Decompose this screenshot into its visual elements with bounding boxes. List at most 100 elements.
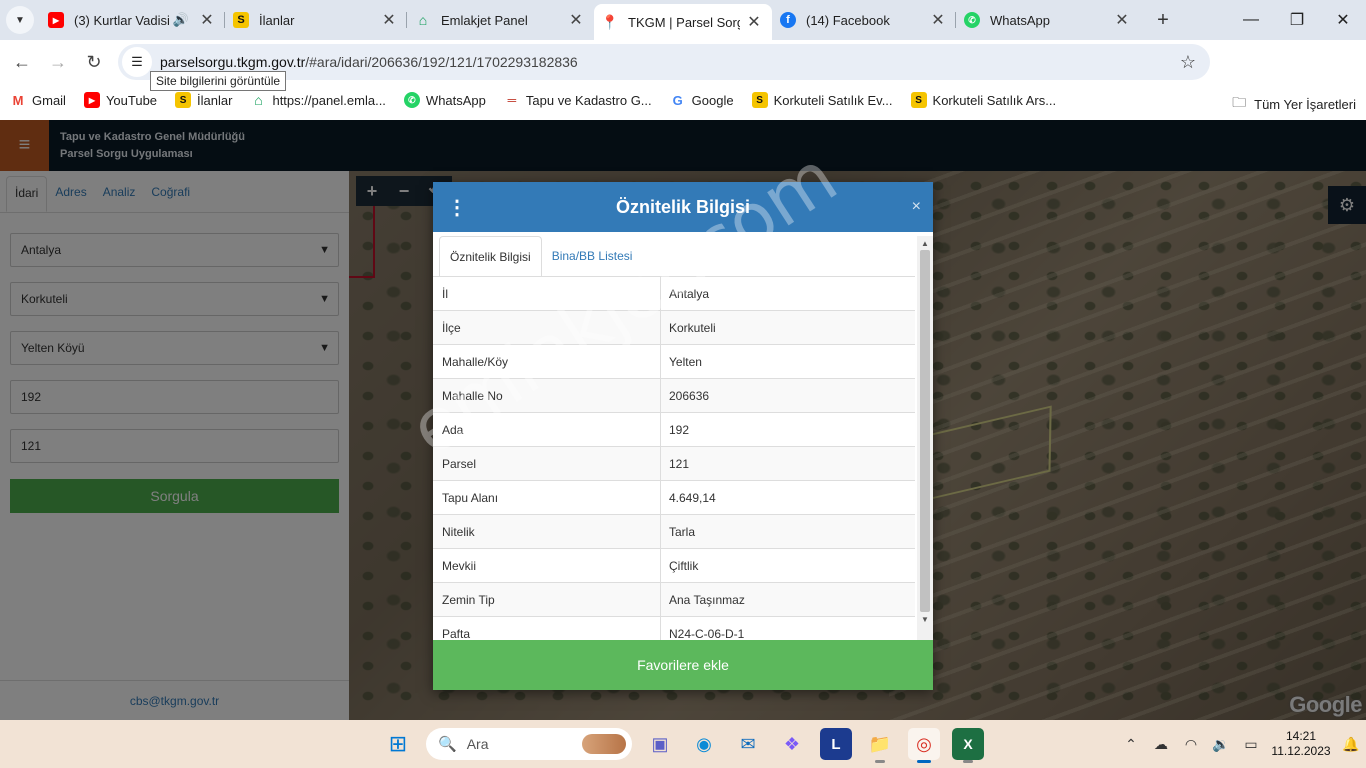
tab-search-button[interactable]: ▼ (0, 0, 40, 40)
site-info-button[interactable]: ☰ (122, 47, 152, 77)
folder-icon: 📁 (868, 733, 892, 754)
footer-email-link[interactable]: cbs@tkgm.gov.tr (0, 680, 349, 720)
attribute-key: İl (433, 277, 661, 310)
volume-icon[interactable]: 🔉 (1209, 736, 1233, 753)
parsel-input[interactable]: 121 (10, 429, 339, 463)
minimize-button[interactable]: — (1228, 0, 1274, 40)
tab-cografi[interactable]: Coğrafi (143, 171, 198, 212)
mail-app[interactable]: ✉ (732, 728, 764, 760)
close-icon[interactable]: ✕ (746, 12, 762, 32)
tab-idari[interactable]: İdari (6, 176, 48, 212)
il-select[interactable]: Antalya ▼ (10, 233, 339, 267)
close-icon[interactable]: ✕ (381, 10, 397, 30)
url-text[interactable]: parselsorgu.tkgm.gov.tr/#ara/idari/20663… (160, 54, 578, 70)
wifi-icon[interactable]: ◠ (1179, 736, 1203, 753)
start-button[interactable]: ⊞ (382, 728, 414, 760)
ilce-select[interactable]: Korkuteli ▼ (10, 282, 339, 316)
google-icon: G (672, 92, 683, 108)
app-title: Tapu ve Kadastro Genel Müdürlüğü Parsel … (60, 129, 245, 163)
forward-button[interactable]: → (40, 44, 76, 80)
s-icon: S (233, 12, 249, 28)
scrollbar-thumb[interactable] (920, 250, 930, 612)
chevron-up-icon[interactable]: ⌃ (1119, 736, 1143, 753)
bookmark-tkgm[interactable]: ═ Tapu ve Kadastro G... (504, 92, 652, 108)
tab-facebook[interactable]: f (14) Facebook ✕ (772, 0, 956, 40)
scroll-down-icon[interactable]: ▼ (917, 612, 933, 626)
bookmark-star-icon[interactable]: ☆ (1180, 52, 1196, 73)
launcher-app[interactable]: L (820, 728, 852, 760)
tab-oznitelik-bilgisi[interactable]: Öznitelik Bilgisi (439, 236, 542, 276)
hamburger-menu-button[interactable]: ≡ (0, 120, 49, 171)
tab-emlakjet-panel[interactable]: ⌂ Emlakjet Panel ✕ (407, 0, 594, 40)
bookmark-youtube[interactable]: ▶ YouTube (83, 92, 157, 108)
modal-scrollbar[interactable]: ▲ ▼ (917, 236, 933, 640)
attribute-value: Yelten (669, 354, 702, 369)
bookmark-panel-emlakjet[interactable]: ⌂ https://panel.emla... (250, 92, 386, 108)
attribute-info-modal: ⋮ Öznitelik Bilgisi × Öznitelik Bilgisi … (433, 182, 933, 690)
close-icon[interactable]: ✕ (199, 10, 215, 30)
tab-ilanlar[interactable]: S İlanlar ✕ (225, 0, 407, 40)
zoom-in-button[interactable]: + (356, 176, 388, 206)
parcel-boundary-red (349, 206, 375, 278)
bookmark-label: Google (691, 92, 734, 108)
taskbar-search[interactable]: 🔍 Ara (426, 728, 632, 760)
tab-bina-bb-listesi[interactable]: Bina/BB Listesi (542, 236, 643, 276)
new-tab-button[interactable]: + (1148, 5, 1178, 35)
file-explorer-app[interactable]: 📁 (864, 728, 896, 763)
bookmark-ilanlar[interactable]: S İlanlar (175, 92, 232, 108)
scroll-up-icon[interactable]: ▲ (917, 236, 933, 250)
excel-app[interactable]: X (952, 728, 984, 763)
site-info-tooltip: Site bilgilerini görüntüle (150, 71, 287, 91)
sorgula-button[interactable]: Sorgula (10, 479, 339, 513)
close-window-button[interactable]: ✕ (1320, 0, 1366, 40)
tab-youtube[interactable]: ▶ (3) Kurtlar Vadisi 🔊 ✕ (40, 0, 225, 40)
tab-whatsapp[interactable]: ✆ WhatsApp ✕ (956, 0, 1140, 40)
tab-adres[interactable]: Adres (47, 171, 94, 212)
restore-button[interactable]: ❐ (1274, 0, 1320, 40)
teams-app[interactable]: ▣ (644, 728, 676, 760)
bookmark-gmail[interactable]: M Gmail (10, 92, 66, 108)
app-title-line2: Parsel Sorgu Uygulaması (60, 148, 193, 160)
reload-button[interactable]: ↻ (76, 44, 112, 80)
clock[interactable]: 14:21 11.12.2023 (1266, 729, 1336, 759)
table-row: Nitelik Tarla (433, 515, 915, 549)
mahalle-select[interactable]: Yelten Köyü ▼ (10, 331, 339, 365)
modal-menu-button[interactable]: ⋮ (447, 192, 467, 222)
back-button[interactable]: ← (4, 44, 40, 80)
close-icon[interactable]: ✕ (930, 10, 946, 30)
vpn-icon[interactable]: ☁ (1149, 736, 1173, 753)
table-row: Pafta N24-C-06-D-1 (433, 617, 915, 640)
tab-analiz[interactable]: Analiz (95, 171, 144, 212)
ada-input[interactable]: 192 (10, 380, 339, 414)
copilot-icon: ❖ (783, 733, 801, 754)
table-row: İl Antalya (433, 277, 915, 311)
zoom-out-button[interactable]: − (388, 176, 420, 206)
bookmark-korkuteli-arsa[interactable]: S Korkuteli Satılık Ars... (910, 92, 1057, 108)
close-icon[interactable]: ✕ (568, 10, 584, 30)
speaker-icon[interactable]: 🔊 (173, 12, 189, 28)
all-bookmarks-button[interactable]: 🗀 Tüm Yer İşaretleri (1232, 92, 1356, 116)
notification-bell-icon[interactable]: 🔔 (1336, 736, 1366, 753)
map-settings-button[interactable]: ⚙ (1328, 186, 1366, 224)
bookmark-label: https://panel.emla... (272, 92, 386, 108)
battery-icon[interactable]: ▭ (1239, 736, 1263, 753)
whatsapp-icon: ✆ (403, 92, 420, 108)
modal-close-button[interactable]: × (912, 198, 921, 216)
attribute-value: Çiftlik (669, 558, 699, 573)
attribute-value: Korkuteli (669, 320, 716, 335)
copilot-app[interactable]: ❖ (776, 728, 808, 760)
add-favorites-button[interactable]: Favorilere ekle (433, 640, 933, 690)
bookmark-label: Korkuteli Satılık Ars... (932, 92, 1057, 108)
edge-app[interactable]: ◉ (688, 728, 720, 760)
bookmark-whatsapp[interactable]: ✆ WhatsApp (403, 92, 486, 108)
close-icon[interactable]: ✕ (1114, 10, 1130, 30)
tab-tkgm-parsel-sorgu[interactable]: 📍 TKGM | Parsel Sorgu ✕ (594, 4, 772, 40)
chrome-app[interactable]: ◎ (908, 728, 940, 763)
bookmark-google[interactable]: G Google (670, 92, 734, 108)
restore-icon: ❐ (1289, 12, 1305, 29)
table-row: Tapu Alanı 4.649,14 (433, 481, 915, 515)
windows-taskbar: ⊞ 🔍 Ara ▣ ◉ ✉ ❖ L 📁 ◎ X ⌃ ☁ ◠ 🔉 ▭ 14:21 … (0, 720, 1366, 768)
attribute-value: 121 (669, 456, 690, 471)
chevron-down-icon: ▼ (319, 342, 330, 354)
bookmark-korkuteli-ev[interactable]: S Korkuteli Satılık Ev... (751, 92, 893, 108)
